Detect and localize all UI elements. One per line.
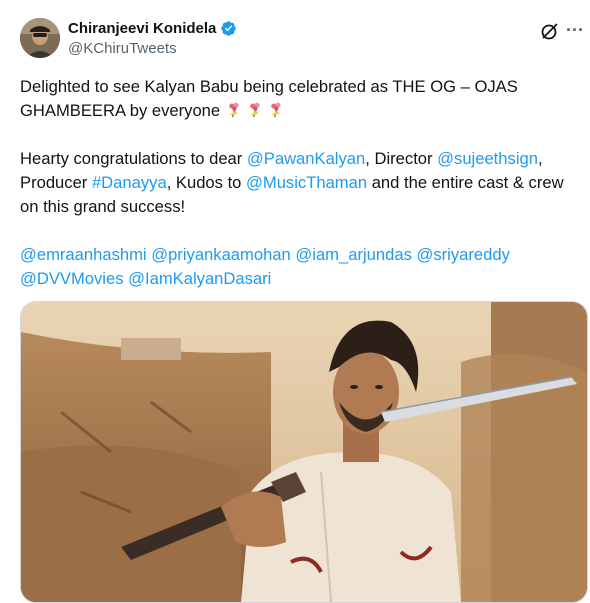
bouquet-icon <box>250 102 260 118</box>
tweet-media-image[interactable] <box>20 301 588 603</box>
mention-link[interactable]: @IamKalyanDasari <box>128 269 271 288</box>
author-name-row: Chiranjeevi Konidela <box>68 20 237 37</box>
mention-link[interactable]: @DVVMovies <box>20 269 124 288</box>
grok-icon[interactable] <box>540 21 560 41</box>
avatar[interactable] <box>20 18 60 58</box>
tweet-text: Delighted to see Kalyan Babu being celeb… <box>20 75 580 291</box>
mention-link[interactable]: @sujeethsign <box>437 149 538 168</box>
mention-link[interactable]: @PawanKalyan <box>247 149 365 168</box>
author-handle[interactable]: @KChiruTweets <box>68 40 177 57</box>
text-segment: , Director <box>365 149 438 168</box>
mention-link[interactable]: @MusicThaman <box>246 173 367 192</box>
author-name[interactable]: Chiranjeevi Konidela <box>68 20 216 37</box>
more-options-icon[interactable]: ··· <box>566 20 584 41</box>
mention-link[interactable]: @sriyareddy <box>417 245 510 264</box>
mention-link[interactable]: @priyankaamohan <box>151 245 291 264</box>
text-segment: Hearty congratulations to dear <box>20 149 247 168</box>
tweet-paragraph-2: Hearty congratulations to dear @PawanKal… <box>20 147 580 219</box>
mention-link[interactable]: @emraanhashmi <box>20 245 147 264</box>
hashtag-link[interactable]: #Danayya <box>92 173 167 192</box>
text-segment: , Kudos to <box>166 173 247 192</box>
verified-badge-icon <box>221 21 237 36</box>
bouquet-icon <box>271 102 281 118</box>
tweet-paragraph-1: Delighted to see Kalyan Babu being celeb… <box>20 75 580 123</box>
tweet-paragraph-3: @emraanhashmi @priyankaamohan @iam_arjun… <box>20 243 580 291</box>
mention-link[interactable]: @iam_arjundas <box>295 245 411 264</box>
bouquet-icon <box>229 102 239 118</box>
